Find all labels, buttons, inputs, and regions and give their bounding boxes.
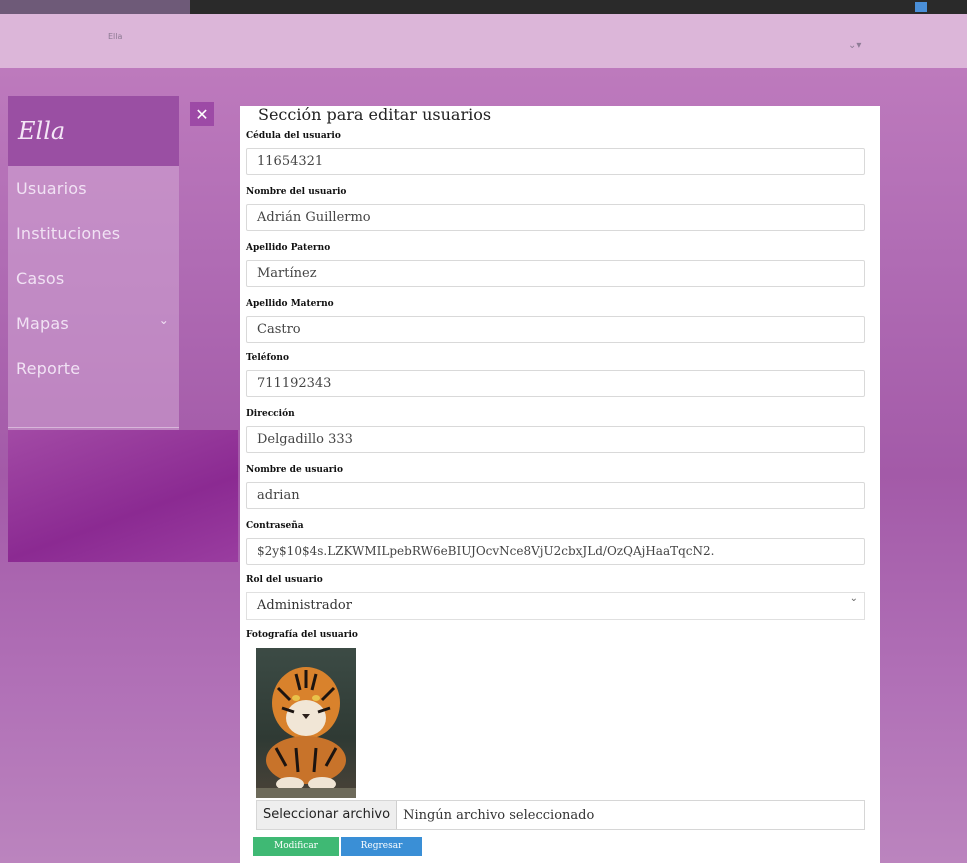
app-header: Ella ⌄▾ — [0, 14, 967, 68]
sidebar-item-mapas[interactable]: Mapas ⌄ — [8, 301, 179, 346]
sidebar-item-label: Instituciones — [16, 224, 121, 243]
apellido-materno-input[interactable]: Castro — [246, 316, 865, 343]
photo-label: Fotografía del usuario — [246, 630, 358, 640]
decorative-panel — [8, 430, 238, 562]
sidebar: Ella Usuarios Instituciones Casos Mapas … — [8, 96, 179, 430]
sidebar-item-label: Reporte — [16, 359, 81, 378]
telefono-input[interactable]: 711192343 — [246, 370, 865, 397]
sidebar-item-reporte[interactable]: Reporte — [8, 346, 179, 391]
direccion-input[interactable]: Delgadillo 333 — [246, 426, 865, 453]
page-title: Sección para editar usuarios — [258, 105, 492, 124]
sidebar-item-instituciones[interactable]: Instituciones — [8, 211, 179, 256]
browser-top-bar — [0, 0, 967, 14]
back-button[interactable]: Regresar — [341, 837, 422, 856]
user-menu-chevron-icon[interactable]: ⌄▾ — [848, 40, 861, 51]
apellido-paterno-label: Apellido Paterno — [246, 243, 331, 253]
telefono-label: Teléfono — [246, 353, 289, 363]
browser-button[interactable] — [915, 2, 927, 12]
direccion-label: Dirección — [246, 409, 295, 419]
nombre-label: Nombre del usuario — [246, 187, 347, 197]
role-select[interactable]: Administrador ⌄ — [246, 592, 865, 620]
browser-tab[interactable] — [0, 0, 190, 14]
role-selected-value: Administrador — [257, 598, 352, 613]
sidebar-item-label: Usuarios — [16, 179, 87, 198]
username-input[interactable]: adrian — [246, 482, 865, 509]
nombre-input[interactable]: Adrián Guillermo — [246, 204, 865, 231]
apellido-paterno-input[interactable]: Martínez — [246, 260, 865, 287]
password-input[interactable]: $2y$10$4s.LZKWMILpebRW6eBIUJOcvNce8VjU2c… — [246, 538, 865, 565]
role-label: Rol del usuario — [246, 575, 323, 585]
tiger-photo-icon — [256, 648, 356, 798]
file-status-text: Ningún archivo seleccionado — [403, 807, 595, 823]
close-icon[interactable]: ✕ — [190, 102, 214, 126]
chevron-down-icon[interactable]: ⌄ — [159, 313, 169, 327]
choose-file-button[interactable]: Seleccionar archivo — [257, 801, 398, 829]
modify-button[interactable]: Modificar — [253, 837, 339, 856]
chevron-down-icon: ⌄ — [849, 593, 858, 604]
apellido-materno-label: Apellido Materno — [246, 299, 334, 309]
user-photo — [256, 648, 356, 798]
password-label: Contraseña — [246, 521, 304, 531]
sidebar-item-casos[interactable]: Casos — [8, 256, 179, 301]
cedula-label: Cédula del usuario — [246, 131, 341, 141]
username-label: Nombre de usuario — [246, 465, 343, 475]
sidebar-item-label: Casos — [16, 269, 65, 288]
sidebar-item-usuarios[interactable]: Usuarios — [8, 166, 179, 211]
cedula-input[interactable]: 11654321 — [246, 148, 865, 175]
brand-logo[interactable]: Ella — [8, 96, 179, 166]
sidebar-item-label: Mapas — [16, 314, 69, 333]
sidebar-divider — [8, 427, 179, 428]
header-app-name: Ella — [108, 32, 123, 41]
file-input[interactable]: Seleccionar archivo Ningún archivo selec… — [256, 800, 865, 830]
